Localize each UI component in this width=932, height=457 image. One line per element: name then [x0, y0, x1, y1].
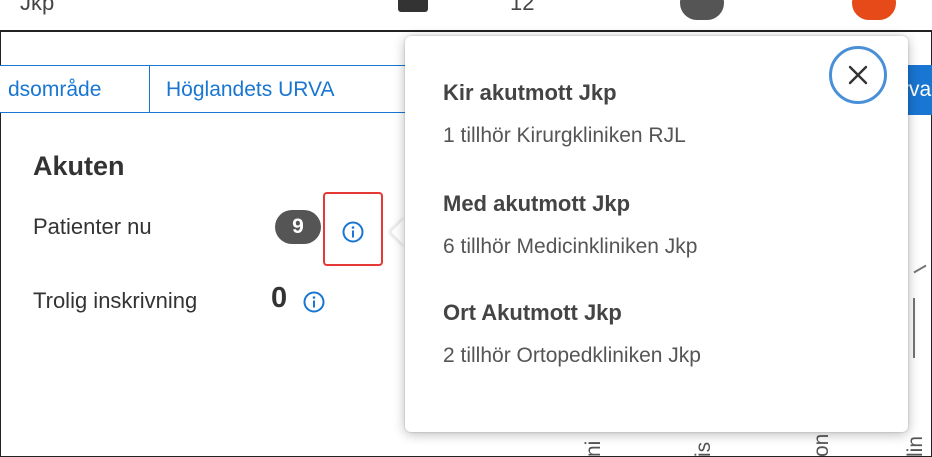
popover-item-title: Kir akutmott Jkp — [443, 80, 617, 105]
info-icon[interactable] — [342, 221, 364, 243]
popover-item: Ort Akutmott Jkp 2 tillhör Ortopedklinik… — [443, 300, 701, 368]
popover-item: Kir akutmott Jkp 1 tillhör Kirurgklinike… — [443, 80, 686, 148]
alert-badge — [852, 0, 896, 20]
tab-hoglandets-urva[interactable]: Höglandets URVA — [150, 65, 410, 113]
popover-item: Med akutmott Jkp 6 tillhör Medicinklinik… — [443, 191, 697, 259]
likely-admission-label: Trolig inskrivning — [33, 288, 198, 313]
popover-item-detail: 2 tillhör Ortopedkliniken Jkp — [443, 344, 701, 367]
likely-admission-count: 0 — [271, 282, 288, 314]
section-title: Akuten — [33, 151, 125, 181]
top-bar: Jkp 12 — [0, 0, 932, 32]
area-tabs: dsområde Höglandets URVA — [0, 65, 410, 115]
background-text: on — [810, 433, 833, 457]
top-bar-text: Jkp — [20, 0, 55, 15]
patients-now-label: Patienter nu — [33, 214, 152, 239]
close-icon — [848, 65, 868, 85]
info-popover: Kir akutmott Jkp 1 tillhör Kirurgklinike… — [405, 36, 908, 432]
close-button[interactable] — [829, 46, 887, 104]
background-text: ni — [582, 440, 605, 457]
info-icon[interactable] — [303, 291, 325, 313]
count-badge — [680, 0, 724, 20]
popover-item-detail: 1 tillhör Kirurgkliniken RJL — [443, 124, 686, 147]
popover-item-title: Ort Akutmott Jkp — [443, 300, 622, 325]
top-bar-number: 12 — [510, 0, 535, 15]
background-text: lin — [904, 435, 927, 457]
patients-count-badge: 9 — [275, 210, 321, 244]
background-divider — [913, 298, 915, 358]
tab-area[interactable]: dsområde — [0, 65, 150, 113]
background-text: is — [692, 441, 715, 457]
comment-icon — [398, 0, 428, 12]
popover-item-title: Med akutmott Jkp — [443, 191, 631, 216]
popover-item-detail: 6 tillhör Medicinkliniken Jkp — [443, 235, 698, 258]
